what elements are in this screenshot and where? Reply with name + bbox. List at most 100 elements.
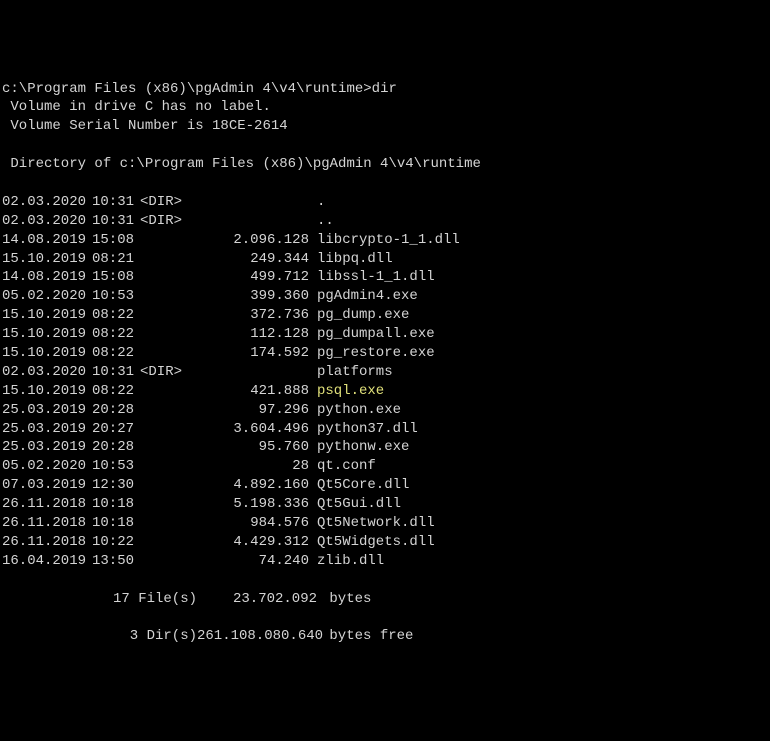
file-name: libpq.dll <box>309 250 393 269</box>
file-date: 02.03.2020 <box>2 212 82 231</box>
listing-row: 02.03.202010:31<DIR>.. <box>2 212 768 231</box>
listing-row: 05.02.202010:53 399.360pgAdmin4.exe <box>2 287 768 306</box>
file-date: 14.08.2019 <box>2 268 82 287</box>
file-size: 4.892.160 <box>194 476 309 495</box>
file-time: 12:30 <box>82 476 130 495</box>
listing-row: 02.03.202010:31<DIR>. <box>2 193 768 212</box>
summary-dirs: 3 Dir(s)261.108.080.640 bytes free <box>2 627 768 646</box>
file-time: 20:28 <box>82 438 130 457</box>
listing-row: 14.08.201915:08 2.096.128libcrypto-1_1.dl… <box>2 231 768 250</box>
file-name: Qt5Widgets.dll <box>309 533 435 552</box>
file-size: 112.128 <box>194 325 309 344</box>
listing-row: 26.11.201810:22 4.429.312Qt5Widgets.dll <box>2 533 768 552</box>
listing-row: 05.02.202010:53 28qt.conf <box>2 457 768 476</box>
listing-row: 07.03.201912:30 4.892.160Qt5Core.dll <box>2 476 768 495</box>
file-size: 984.576 <box>194 514 309 533</box>
listing-row: 02.03.202010:31<DIR> platforms <box>2 363 768 382</box>
file-name: qt.conf <box>309 457 376 476</box>
listing-row: 15.10.201908:22 112.128pg_dumpall.exe <box>2 325 768 344</box>
listing-row: 25.03.201920:28 97.296python.exe <box>2 401 768 420</box>
listing-row: 15.10.201908:22174.592pg_restore.exe <box>2 344 768 363</box>
file-time: 08:22 <box>82 306 130 325</box>
volume-line-1: Volume in drive C has no label. <box>2 99 271 115</box>
file-name: libcrypto-1_1.dll <box>309 231 460 250</box>
file-date: 26.11.2018 <box>2 495 82 514</box>
file-time: 08:22 <box>82 325 130 344</box>
file-size: 249.344 <box>194 250 309 269</box>
file-name: psql.exe <box>309 382 384 401</box>
file-time: 10:53 <box>82 457 130 476</box>
listing-row: 14.08.201915:08499.712libssl-1_1.dll <box>2 268 768 287</box>
file-size: 2.096.128 <box>194 231 309 250</box>
file-size: 28 <box>194 457 309 476</box>
file-date: 15.10.2019 <box>2 306 82 325</box>
dir-marker: <DIR> <box>130 193 194 212</box>
file-name: platforms <box>309 363 393 382</box>
file-name: . <box>309 193 325 212</box>
file-size: 5.198.336 <box>194 495 309 514</box>
summary-dirs-bytes: 261.108.080.640 <box>197 627 317 646</box>
file-size: 174.592 <box>194 344 309 363</box>
file-date: 02.03.2020 <box>2 363 82 382</box>
file-size: 421.888 <box>194 382 309 401</box>
command-text: dir <box>372 81 397 97</box>
file-name: pgAdmin4.exe <box>309 287 418 306</box>
file-date: 05.02.2020 <box>2 457 82 476</box>
listing-row: 15.10.201908:21249.344libpq.dll <box>2 250 768 269</box>
listing-row: 15.10.201908:22372.736pg_dump.exe <box>2 306 768 325</box>
file-time: 10:31 <box>82 193 130 212</box>
dir-marker: <DIR> <box>130 212 194 231</box>
summary-files-unit: bytes <box>325 591 371 607</box>
file-date: 14.08.2019 <box>2 231 82 250</box>
listing-row: 15.10.201908:22421.888psql.exe <box>2 382 768 401</box>
file-name: zlib.dll <box>309 552 384 571</box>
file-date: 05.02.2020 <box>2 287 82 306</box>
summary-files-bytes: 23.702.092 <box>197 590 317 609</box>
volume-line-2: Volume Serial Number is 18CE-2614 <box>2 118 288 134</box>
file-name: pg_dump.exe <box>309 306 409 325</box>
file-date: 15.10.2019 <box>2 325 82 344</box>
file-date: 15.10.2019 <box>2 382 82 401</box>
summary-files-label: 17 File(s) <box>2 590 197 609</box>
summary-dirs-unit: bytes free <box>325 628 413 644</box>
file-date: 25.03.2019 <box>2 401 82 420</box>
file-date: 25.03.2019 <box>2 438 82 457</box>
file-name: .. <box>309 212 334 231</box>
file-time: 10:53 <box>82 287 130 306</box>
file-name: python37.dll <box>309 420 418 439</box>
file-time: 10:31 <box>82 212 130 231</box>
file-time: 15:08 <box>82 268 130 287</box>
summary-dirs-label: 3 Dir(s) <box>2 627 197 646</box>
file-name: Qt5Gui.dll <box>309 495 401 514</box>
file-date: 26.11.2018 <box>2 514 82 533</box>
file-name: pg_dumpall.exe <box>309 325 435 344</box>
listing-row: 26.11.201810:18 984.576Qt5Network.dll <box>2 514 768 533</box>
file-name: Qt5Core.dll <box>309 476 409 495</box>
file-date: 26.11.2018 <box>2 533 82 552</box>
file-date: 02.03.2020 <box>2 193 82 212</box>
file-time: 15:08 <box>82 231 130 250</box>
file-date: 25.03.2019 <box>2 420 82 439</box>
file-size: 499.712 <box>194 268 309 287</box>
file-size: 4.429.312 <box>194 533 309 552</box>
file-name: python.exe <box>309 401 401 420</box>
file-time: 10:31 <box>82 363 130 382</box>
file-time: 13:50 <box>82 552 130 571</box>
file-size: 97.296 <box>194 401 309 420</box>
dir-marker: <DIR> <box>130 363 194 382</box>
file-size: 74.240 <box>194 552 309 571</box>
file-time: 20:28 <box>82 401 130 420</box>
file-name: pg_restore.exe <box>309 344 435 363</box>
file-date: 15.10.2019 <box>2 250 82 269</box>
file-time: 08:22 <box>82 344 130 363</box>
listing-row: 26.11.201810:185.198.336Qt5Gui.dll <box>2 495 768 514</box>
file-name: Qt5Network.dll <box>309 514 435 533</box>
listing-row: 25.03.201920:273.604.496python37.dll <box>2 420 768 439</box>
file-size: 95.760 <box>194 438 309 457</box>
file-size: 399.360 <box>194 287 309 306</box>
file-time: 10:22 <box>82 533 130 552</box>
directory-listing: 02.03.202010:31<DIR>.02.03.202010:31<DIR… <box>2 193 768 571</box>
file-date: 07.03.2019 <box>2 476 82 495</box>
file-time: 10:18 <box>82 514 130 533</box>
prompt-path: c:\Program Files (x86)\pgAdmin 4\v4\runt… <box>2 81 372 97</box>
